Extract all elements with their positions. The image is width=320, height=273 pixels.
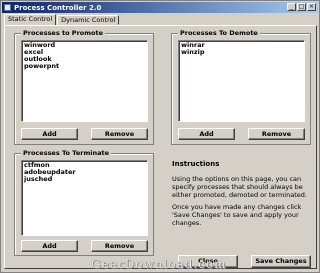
list-item[interactable]: jusched: [24, 176, 145, 183]
title-bar[interactable]: Process Controller 2.0 _ □ ×: [2, 2, 318, 13]
demote-remove-button[interactable]: Remove: [248, 128, 305, 140]
watermark: GearDownload.com: [91, 257, 227, 271]
list-item[interactable]: winzip: [181, 49, 302, 56]
tab-strip: Static Control Dynamic Control: [4, 14, 120, 25]
promote-add-button[interactable]: Add: [21, 128, 78, 140]
app-icon: [4, 4, 11, 11]
close-window-button[interactable]: ×: [307, 3, 316, 11]
terminate-remove-button[interactable]: Remove: [91, 240, 148, 252]
demote-listbox[interactable]: winrar winzip: [178, 40, 305, 122]
save-changes-button[interactable]: Save Changes: [251, 255, 311, 268]
maximize-button[interactable]: □: [297, 3, 306, 11]
instructions-title: Instructions: [172, 160, 220, 168]
tab-static-control[interactable]: Static Control: [4, 14, 57, 25]
promote-group: Processes to Promote winword excel outlo…: [14, 29, 154, 145]
tab-dynamic-control[interactable]: Dynamic Control: [57, 15, 120, 25]
window-title: Process Controller 2.0: [14, 3, 102, 12]
promote-listbox[interactable]: winword excel outlook powerpnt: [21, 40, 148, 122]
list-item[interactable]: powerpnt: [24, 63, 145, 70]
terminate-add-button[interactable]: Add: [21, 240, 78, 252]
demote-group: Processes To Demote winrar winzip Add Re…: [171, 29, 311, 145]
main-window: Process Controller 2.0 _ □ × Static Cont…: [0, 0, 320, 273]
promote-remove-button[interactable]: Remove: [91, 128, 148, 140]
instructions-paragraph-2: Once you have made any changes click 'Sa…: [172, 203, 302, 227]
static-control-panel: Processes to Promote winword excel outlo…: [4, 25, 317, 269]
instructions-paragraph-1: Using the options on this page, you can …: [172, 175, 307, 199]
terminate-group: Processes To Terminate ctfmon adobeupdat…: [14, 149, 154, 256]
terminate-listbox[interactable]: ctfmon adobeupdater jusched: [21, 160, 148, 236]
promote-group-title: Processes to Promote: [21, 29, 105, 37]
demote-add-button[interactable]: Add: [178, 128, 235, 140]
terminate-group-title: Processes To Terminate: [21, 149, 111, 157]
minimize-button[interactable]: _: [287, 3, 296, 11]
demote-group-title: Processes To Demote: [178, 29, 260, 37]
